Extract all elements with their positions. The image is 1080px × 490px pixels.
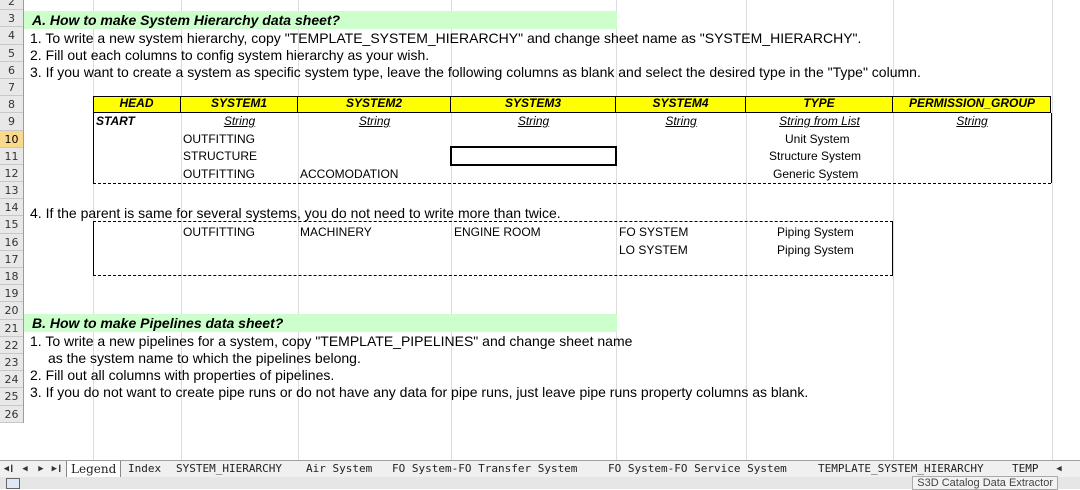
spreadsheet-grid[interactable]: 2 3 4 5 6 7 8 9 10 11 12 13 14 15 16 17 18 19 20 21 22 23 24 25… [0, 0, 1080, 460]
t1-r1-type[interactable]: Unit System [785, 132, 850, 146]
row-header[interactable]: 3 [0, 10, 23, 28]
t2-r1-type[interactable]: Piping System [777, 225, 854, 239]
row-headers[interactable]: 2 3 4 5 6 7 8 9 10 11 12 13 14 15 16 17 18 19 20 21 22 23 24 25… [0, 0, 24, 423]
header-system4[interactable]: SYSTEM4 [616, 96, 746, 112]
row-header[interactable]: 13 [0, 182, 23, 200]
tab-index[interactable]: Index [124, 461, 166, 478]
t2-r1-system2[interactable]: MACHINERY [300, 225, 372, 239]
t2-r2-system4[interactable]: LO SYSTEM [619, 243, 688, 257]
scroll-left-icon[interactable]: ◀ [1052, 462, 1066, 476]
section-b-title: B. How to make Pipelines data sheet? [32, 315, 284, 331]
tab-legend[interactable]: Legend [66, 461, 122, 478]
status-bar: S3D Catalog Data Extractor [0, 476, 1080, 490]
t1-r1-system1[interactable]: OUTFITTING [183, 132, 255, 146]
last-sheet-icon[interactable]: ▶❙ [50, 462, 64, 476]
tab-fo-service-system[interactable]: FO System-FO Service System [604, 461, 791, 478]
t1-r2-type[interactable]: Structure System [769, 149, 861, 163]
row-header[interactable]: 20 [0, 302, 23, 320]
type-system4[interactable]: String [616, 114, 746, 128]
tab-air-system[interactable]: Air System [302, 461, 377, 478]
status-addin-label: S3D Catalog Data Extractor [912, 476, 1058, 490]
section-a-line1: 1. To write a new system hierarchy, copy… [30, 30, 862, 46]
header-head[interactable]: HEAD [93, 96, 181, 112]
header-permission-group[interactable]: PERMISSION_GROUP [893, 96, 1051, 112]
row-header[interactable]: 10 [0, 130, 23, 148]
t1-r3-system2[interactable]: ACCOMODATION [300, 167, 398, 181]
type-system3[interactable]: String [451, 114, 616, 128]
row-header[interactable]: 5 [0, 45, 23, 62]
header-system3[interactable]: SYSTEM3 [451, 96, 616, 112]
t2-r2-type[interactable]: Piping System [777, 243, 854, 257]
row-header[interactable]: 25 [0, 388, 23, 406]
row-header[interactable]: 22 [0, 337, 23, 354]
row-header[interactable]: 7 [0, 79, 23, 97]
section-a-line4: 4. If the parent is same for several sys… [30, 205, 561, 221]
row-header[interactable]: 8 [0, 96, 23, 114]
row-header[interactable]: 17 [0, 251, 23, 268]
t1-r2-system1[interactable]: STRUCTURE [183, 149, 257, 163]
t1-r3-type[interactable]: Generic System [773, 167, 858, 181]
t2-r1-system1[interactable]: OUTFITTING [183, 225, 255, 239]
t1-r3-system1[interactable]: OUTFITTING [183, 167, 255, 181]
next-sheet-icon[interactable]: ▶ [34, 462, 48, 476]
type-type[interactable]: String from List [746, 114, 893, 128]
row-header[interactable]: 6 [0, 62, 23, 79]
row-header[interactable]: 19 [0, 285, 23, 303]
row-header[interactable]: 2 [0, 0, 23, 11]
section-a-title: A. How to make System Hierarchy data she… [32, 12, 341, 28]
tab-system-hierarchy[interactable]: SYSTEM_HIERARCHY [172, 461, 286, 478]
type-permission-group[interactable]: String [893, 114, 1051, 128]
row-header[interactable]: 18 [0, 268, 23, 286]
header-type[interactable]: TYPE [746, 96, 893, 112]
row-header[interactable]: 24 [0, 371, 23, 389]
row-header[interactable]: 26 [0, 406, 23, 423]
row-header[interactable]: 15 [0, 216, 23, 234]
header-system1[interactable]: SYSTEM1 [181, 96, 298, 112]
prev-sheet-icon[interactable]: ◀ [18, 462, 32, 476]
header-system2[interactable]: SYSTEM2 [298, 96, 451, 112]
row-header[interactable]: 11 [0, 148, 23, 165]
row-header[interactable]: 23 [0, 354, 23, 372]
type-system2[interactable]: String [298, 114, 451, 128]
row-header[interactable]: 12 [0, 165, 23, 183]
section-b-line1: 1. To write a new pipelines for a system… [30, 333, 633, 349]
active-cell[interactable] [450, 146, 617, 166]
macro-record-icon[interactable] [6, 478, 20, 489]
tab-fo-transfer-system[interactable]: FO System-FO Transfer System [388, 461, 582, 478]
row-header[interactable]: 4 [0, 27, 23, 45]
row-header[interactable]: 16 [0, 234, 23, 251]
section-b-line3: 3. If you do not want to create pipe run… [30, 384, 809, 400]
type-system1[interactable]: String [181, 114, 298, 128]
row-header[interactable]: 14 [0, 199, 23, 217]
section-b-line2: 2. Fill out all columns with properties … [30, 367, 335, 383]
first-sheet-icon[interactable]: ◀❙ [2, 462, 16, 476]
section-b-line1b: as the system name to which the pipeline… [48, 350, 361, 366]
section-a-line3: 3. If you want to create a system as spe… [30, 64, 921, 80]
t2-r1-system3[interactable]: ENGINE ROOM [454, 225, 541, 239]
t2-r1-system4[interactable]: FO SYSTEM [619, 225, 688, 239]
row-header[interactable]: 21 [0, 320, 23, 337]
row-header[interactable]: 9 [0, 113, 23, 131]
section-a-line2: 2. Fill out each columns to config syste… [30, 47, 430, 63]
start-label[interactable]: START [96, 114, 135, 128]
